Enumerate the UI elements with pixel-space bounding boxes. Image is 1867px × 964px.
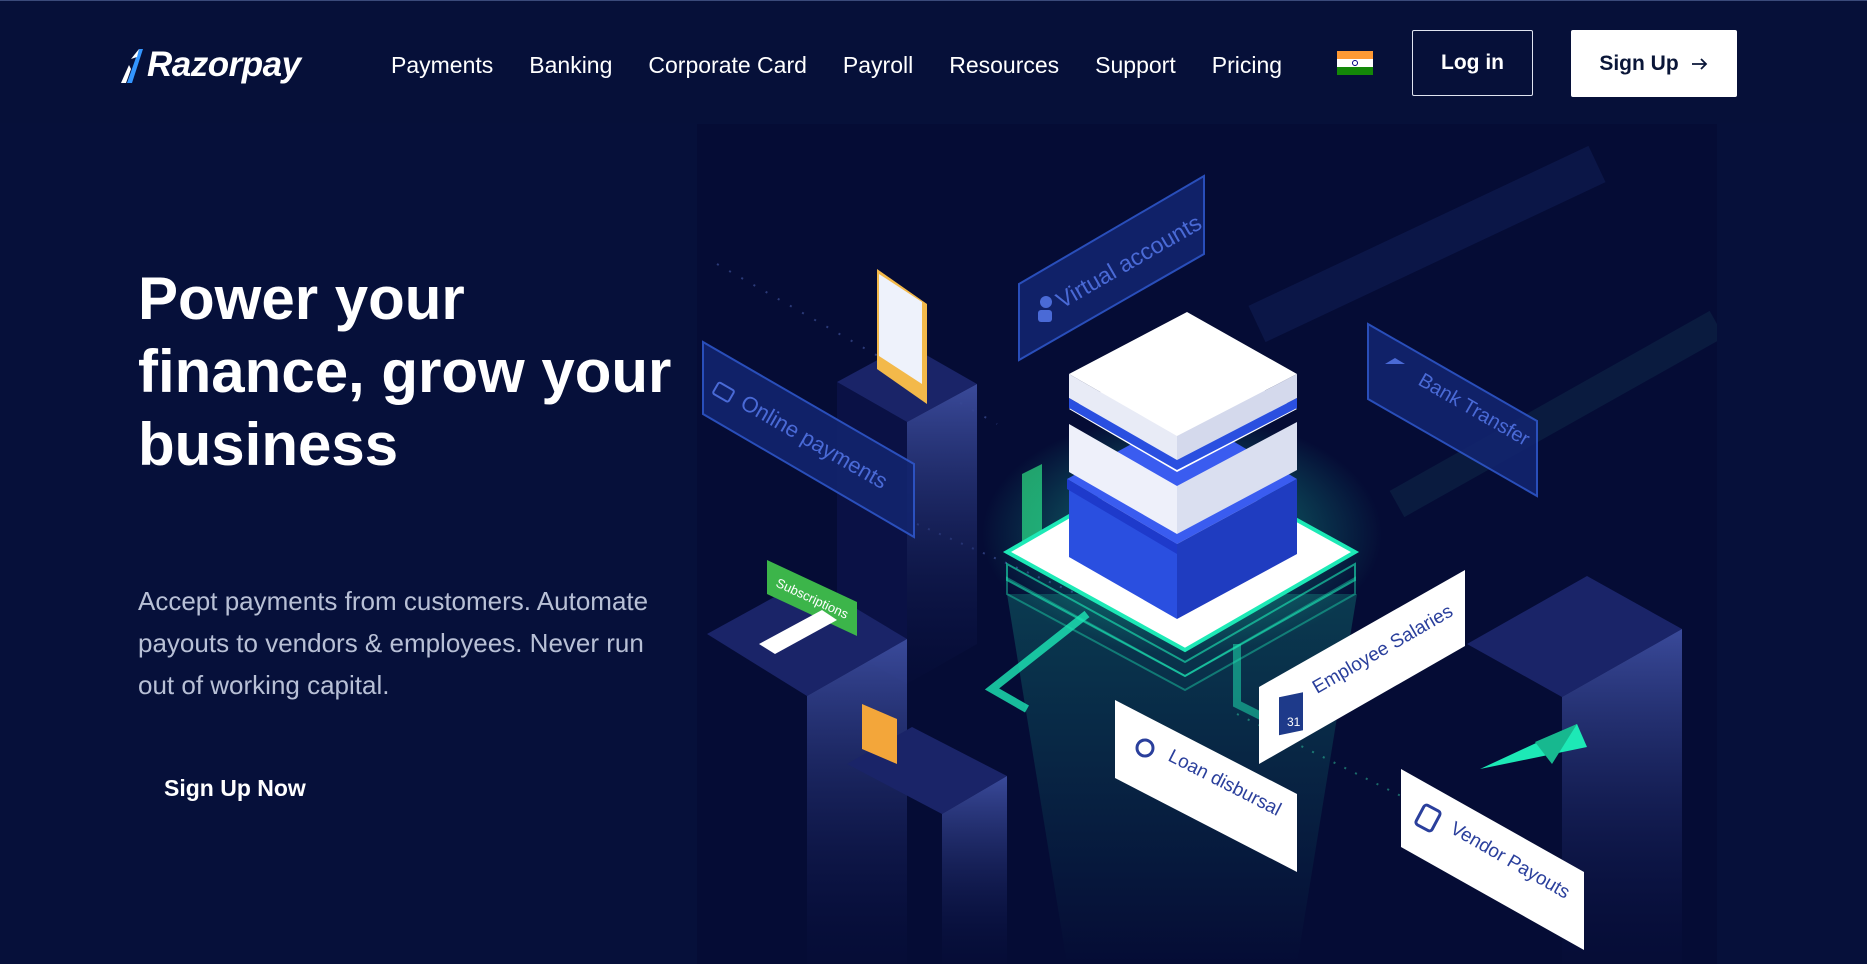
signup-button-label: Sign Up (1599, 51, 1679, 75)
nav-item-payments[interactable]: Payments (391, 47, 493, 83)
india-flag-icon[interactable] (1337, 51, 1373, 75)
vendor-payouts-card: Vendor Payouts (1401, 769, 1584, 950)
nav-item-pricing[interactable]: Pricing (1212, 47, 1282, 83)
razorpay-logo[interactable]: Razorpay (117, 41, 301, 89)
site-header: Razorpay Payments Banking Corporate Card… (0, 1, 1867, 123)
calendar-day: 31 (1287, 715, 1301, 729)
brand-name: Razorpay (147, 45, 301, 84)
nav-item-support[interactable]: Support (1095, 47, 1176, 83)
hero-subtitle: Accept payments from customers. Automate… (138, 586, 649, 700)
arrow-right-icon (1691, 57, 1707, 70)
login-button[interactable]: Log in (1412, 30, 1533, 96)
signup-button[interactable]: Sign Up (1571, 30, 1737, 97)
hero-title: Power your finance, grow your business (138, 265, 672, 478)
hero-illustration: Online payments Virtual accounts Bank Tr… (697, 124, 1717, 964)
nav-item-corporate-card[interactable]: Corporate Card (648, 47, 807, 83)
razorpay-logo-icon (121, 49, 143, 83)
nav-item-banking[interactable]: Banking (529, 47, 612, 83)
user-icon (1040, 296, 1052, 308)
sign-up-now-button[interactable]: Sign Up Now (164, 775, 306, 802)
main-nav: Payments Banking Corporate Card Payroll … (391, 47, 1318, 83)
nav-item-payroll[interactable]: Payroll (843, 47, 913, 83)
nav-item-resources[interactable]: Resources (949, 47, 1059, 83)
